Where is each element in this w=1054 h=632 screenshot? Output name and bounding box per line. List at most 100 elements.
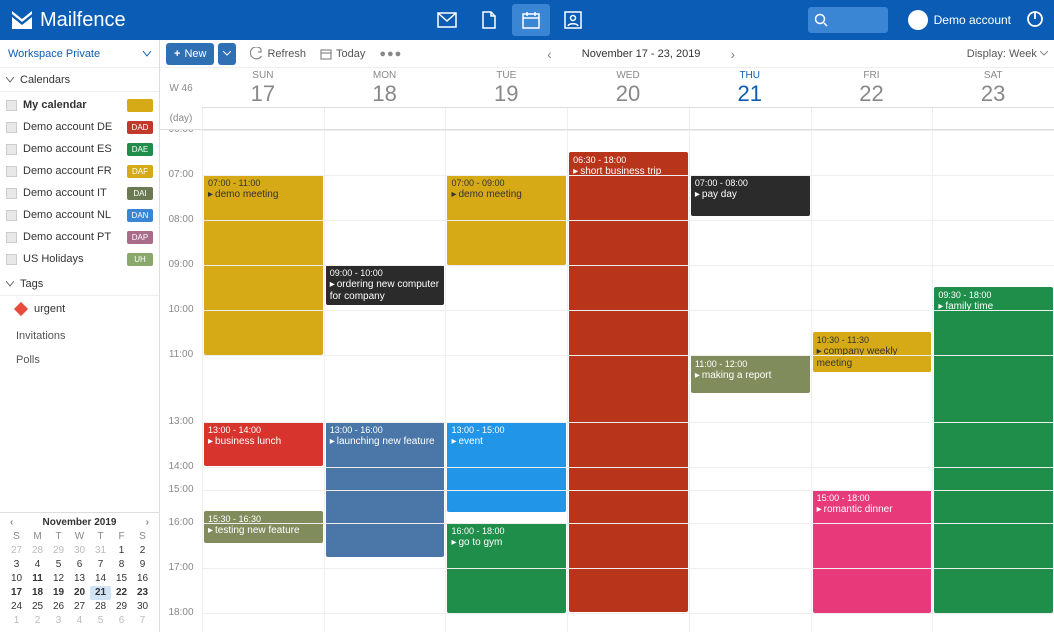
- minical-day[interactable]: 7: [132, 614, 153, 628]
- day-column[interactable]: 09:00 - 10:00▸ordering new computer for …: [324, 130, 446, 632]
- minical-day[interactable]: 28: [27, 544, 48, 558]
- minical-day[interactable]: 3: [6, 558, 27, 572]
- minical-day[interactable]: 22: [111, 586, 132, 600]
- calendar-item[interactable]: Demo account PTDAP: [0, 226, 159, 248]
- minical-day[interactable]: 20: [69, 586, 90, 600]
- calendar-item[interactable]: Demo account DEDAD: [0, 116, 159, 138]
- logout-button[interactable]: [1026, 10, 1044, 31]
- calendar-event[interactable]: 11:00 - 12:00▸making a report: [691, 355, 810, 393]
- minical-day[interactable]: 2: [132, 544, 153, 558]
- minical-day[interactable]: 21: [90, 586, 111, 600]
- day-header[interactable]: SUN17: [202, 68, 324, 107]
- account-menu[interactable]: Demo account: [908, 10, 1011, 30]
- minical-prev[interactable]: ‹: [6, 517, 17, 528]
- calendar-item[interactable]: Demo account ESDAE: [0, 138, 159, 160]
- day-header[interactable]: THU21: [689, 68, 811, 107]
- minical-day[interactable]: 10: [6, 572, 27, 586]
- display-selector[interactable]: Display: Week: [967, 48, 1048, 60]
- day-header[interactable]: WED20: [567, 68, 689, 107]
- day-column[interactable]: 07:00 - 11:00▸demo meeting13:00 - 14:00▸…: [202, 130, 324, 632]
- minical-day[interactable]: 3: [48, 614, 69, 628]
- day-column[interactable]: 09:30 - 18:00▸family time: [932, 130, 1054, 632]
- day-column[interactable]: 06:30 - 18:00▸short business trip: [567, 130, 689, 632]
- workspace-selector[interactable]: Workspace Private: [0, 40, 159, 68]
- calendar-event[interactable]: 10:30 - 11:30▸company weekly meeting: [813, 332, 932, 372]
- nav-contacts[interactable]: [554, 4, 592, 36]
- day-header[interactable]: MON18: [324, 68, 446, 107]
- prev-week[interactable]: ‹: [517, 46, 582, 62]
- minical-day[interactable]: 18: [27, 586, 48, 600]
- minical-day[interactable]: 8: [111, 558, 132, 572]
- minical-day[interactable]: 30: [69, 544, 90, 558]
- minical-day[interactable]: 31: [90, 544, 111, 558]
- minical-day[interactable]: 5: [90, 614, 111, 628]
- calendar-event[interactable]: 13:00 - 14:00▸business lunch: [204, 422, 323, 466]
- minical-day[interactable]: 25: [27, 600, 48, 614]
- minical-day[interactable]: 12: [48, 572, 69, 586]
- checkbox-icon[interactable]: [6, 100, 17, 111]
- day-column[interactable]: 10:30 - 11:30▸company weekly meeting 15:0…: [811, 130, 933, 632]
- checkbox-icon[interactable]: [6, 210, 17, 221]
- invitations-link[interactable]: Invitations: [0, 324, 159, 348]
- minical-day[interactable]: 4: [69, 614, 90, 628]
- calendar-item[interactable]: Demo account NLDAN: [0, 204, 159, 226]
- calendars-header[interactable]: Calendars: [0, 68, 159, 92]
- minical-day[interactable]: 30: [132, 600, 153, 614]
- minical-day[interactable]: 13: [69, 572, 90, 586]
- minical-day[interactable]: 6: [111, 614, 132, 628]
- nav-docs[interactable]: [470, 4, 508, 36]
- minical-day[interactable]: 1: [111, 544, 132, 558]
- calendar-event[interactable]: 06:30 - 18:00▸short business trip: [569, 152, 688, 612]
- minical-day[interactable]: 2: [27, 614, 48, 628]
- checkbox-icon[interactable]: [6, 232, 17, 243]
- calendar-item[interactable]: Demo account FRDAF: [0, 160, 159, 182]
- more-button[interactable]: ●●●: [379, 48, 402, 60]
- minical-day[interactable]: 23: [132, 586, 153, 600]
- minical-day[interactable]: 19: [48, 586, 69, 600]
- checkbox-icon[interactable]: [6, 122, 17, 133]
- search-box[interactable]: [808, 7, 888, 33]
- checkbox-icon[interactable]: [6, 144, 17, 155]
- today-button[interactable]: Today: [320, 48, 365, 60]
- day-column[interactable]: 07:00 - 08:00▸pay day 11:00 - 12:00▸makin…: [689, 130, 811, 632]
- checkbox-icon[interactable]: [6, 254, 17, 265]
- minical-next[interactable]: ›: [142, 517, 153, 528]
- minical-day[interactable]: 24: [6, 600, 27, 614]
- day-header[interactable]: TUE19: [445, 68, 567, 107]
- new-button[interactable]: +New: [166, 43, 214, 65]
- day-header[interactable]: SAT23: [932, 68, 1054, 107]
- minical-day[interactable]: 29: [48, 544, 69, 558]
- minical-day[interactable]: 1: [6, 614, 27, 628]
- tags-header[interactable]: Tags: [0, 272, 159, 296]
- calendar-scroll[interactable]: 07:00 - 11:00▸demo meeting13:00 - 14:00▸…: [160, 130, 1054, 632]
- checkbox-icon[interactable]: [6, 166, 17, 177]
- minical-day[interactable]: 26: [48, 600, 69, 614]
- minical-day[interactable]: 4: [27, 558, 48, 572]
- minical-day[interactable]: 7: [90, 558, 111, 572]
- refresh-button[interactable]: Refresh: [250, 47, 306, 60]
- calendar-item[interactable]: My calendar: [0, 94, 159, 116]
- next-week[interactable]: ›: [700, 46, 765, 62]
- calendar-event[interactable]: 09:00 - 10:00▸ordering new computer for …: [326, 265, 445, 305]
- tag-item[interactable]: urgent: [0, 298, 159, 320]
- polls-link[interactable]: Polls: [0, 348, 159, 372]
- brand-logo[interactable]: Mailfence: [10, 9, 126, 32]
- checkbox-icon[interactable]: [6, 188, 17, 199]
- new-dropdown[interactable]: [218, 43, 236, 65]
- calendar-item[interactable]: US HolidaysUH: [0, 248, 159, 270]
- calendar-event[interactable]: 09:30 - 18:00▸family time: [934, 287, 1053, 613]
- minical-day[interactable]: 6: [69, 558, 90, 572]
- minical-day[interactable]: 17: [6, 586, 27, 600]
- minical-day[interactable]: 29: [111, 600, 132, 614]
- calendar-event[interactable]: 07:00 - 08:00▸pay day: [691, 175, 810, 216]
- minical-day[interactable]: 27: [6, 544, 27, 558]
- nav-calendar[interactable]: [512, 4, 550, 36]
- nav-mail[interactable]: [428, 4, 466, 36]
- day-header[interactable]: FRI22: [811, 68, 933, 107]
- minical-day[interactable]: 16: [132, 572, 153, 586]
- minical-day[interactable]: 27: [69, 600, 90, 614]
- calendar-event[interactable]: 15:30 - 16:30▸testing new feature: [204, 511, 323, 543]
- calendar-event[interactable]: 15:00 - 18:00▸romantic dinner: [813, 490, 932, 613]
- day-column[interactable]: 07:00 - 09:00▸demo meeting13:00 - 15:00▸…: [445, 130, 567, 632]
- minical-day[interactable]: 14: [90, 572, 111, 586]
